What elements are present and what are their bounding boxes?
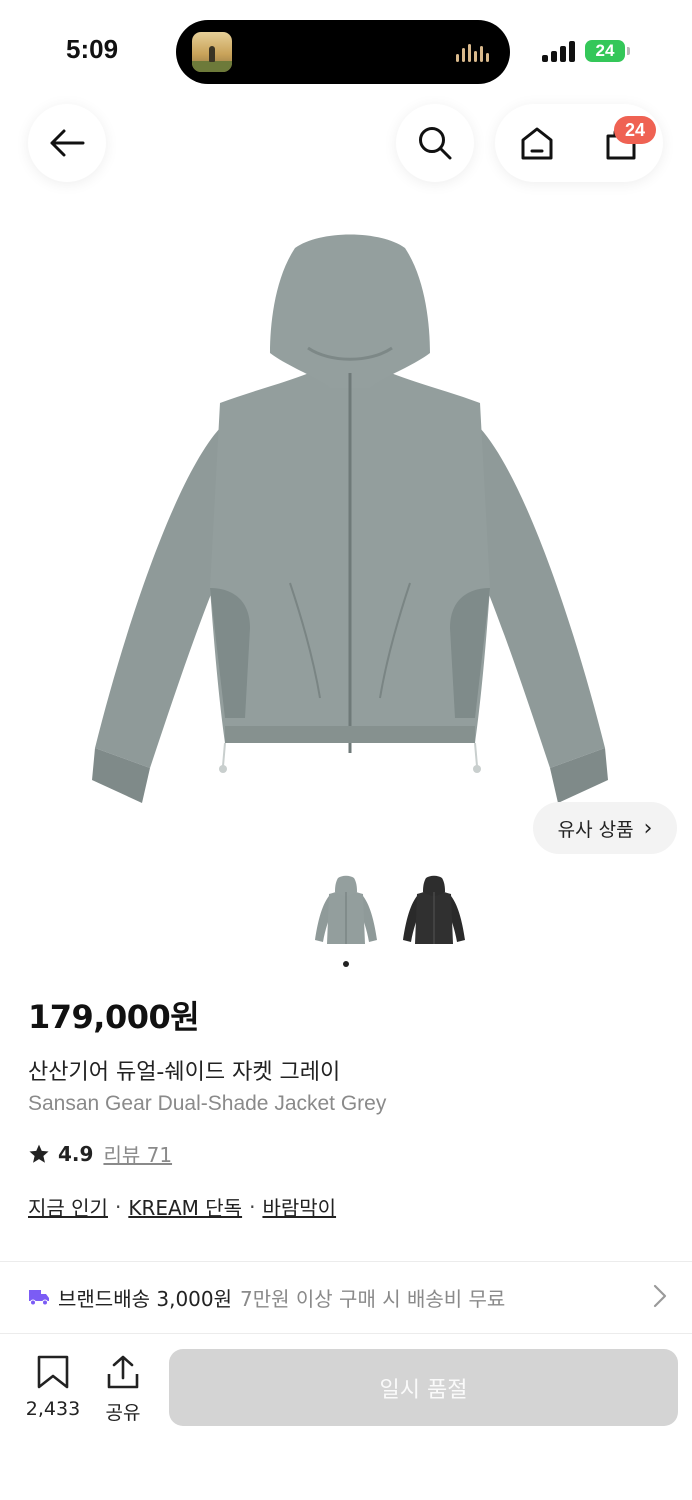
back-button[interactable]	[28, 104, 106, 182]
shipping-title: 브랜드배송 3,000원	[58, 1286, 233, 1311]
share-label: 공유	[105, 1402, 141, 1424]
now-playing-artwork	[192, 32, 232, 72]
rating-score: 4.9	[58, 1141, 94, 1166]
chevron-right-icon	[653, 1284, 667, 1308]
carousel-indicator	[343, 961, 349, 967]
product-name-english: Sansan Gear Dual-Shade Jacket Grey	[28, 1092, 387, 1115]
arrow-left-icon	[50, 129, 85, 157]
product-tags: 지금 인기 · KREAM 단독 · 바람막이	[28, 1192, 336, 1221]
divider	[0, 1261, 692, 1262]
thumbnail-grey[interactable]	[311, 874, 381, 954]
tag-kream-exclusive[interactable]: KREAM 단독	[128, 1192, 242, 1221]
sold-out-button[interactable]: 일시 품절	[169, 1349, 678, 1426]
similar-products-button[interactable]: 유사 상품 ›	[533, 802, 677, 854]
truck-icon	[29, 1290, 49, 1306]
tag-separator: ·	[114, 1194, 122, 1219]
share-button[interactable]: 공유	[98, 1354, 148, 1424]
status-bar: 5:09 24	[0, 0, 692, 100]
rating-row: 4.9 리뷰 71	[28, 1139, 172, 1168]
thumbnail-black[interactable]	[399, 874, 469, 954]
audio-waveform-icon	[456, 44, 492, 62]
star-icon	[29, 1144, 49, 1163]
tag-popular[interactable]: 지금 인기	[28, 1192, 108, 1221]
search-icon	[419, 127, 452, 160]
bookmark-count: 2,433	[25, 1398, 81, 1420]
shipping-info-row[interactable]: 브랜드배송 3,000원 7만원 이상 구매 시 배송비 무료	[28, 1280, 668, 1314]
battery-cap	[627, 47, 630, 55]
product-price: 179,000원	[28, 998, 200, 1036]
search-button[interactable]	[396, 104, 474, 182]
shipping-note: 7만원 이상 구매 시 배송비 무료	[240, 1286, 506, 1311]
divider	[0, 1333, 692, 1334]
similar-products-label: 유사 상품	[557, 818, 634, 841]
review-link[interactable]: 리뷰 71	[103, 1139, 172, 1168]
bookmark-icon	[37, 1355, 69, 1389]
home-button[interactable]	[495, 104, 579, 182]
dynamic-island[interactable]	[176, 20, 510, 84]
share-icon	[107, 1355, 139, 1389]
chevron-right-icon: ›	[643, 815, 653, 841]
bookmark-button[interactable]: 2,433	[22, 1354, 84, 1424]
product-main-image[interactable]	[80, 228, 620, 818]
cellular-signal-icon	[542, 40, 576, 62]
tag-separator: ·	[249, 1194, 256, 1219]
cart-count-badge: 24	[614, 116, 656, 144]
status-time: 5:09	[66, 34, 119, 64]
cart-button[interactable]	[579, 104, 663, 182]
tag-windbreaker[interactable]: 바람막이	[262, 1192, 336, 1221]
battery-indicator: 24	[585, 40, 625, 62]
home-icon	[521, 127, 553, 160]
product-name-korean: 산산기어 듀얼-쉐이드 자켓 그레이	[28, 1060, 341, 1085]
